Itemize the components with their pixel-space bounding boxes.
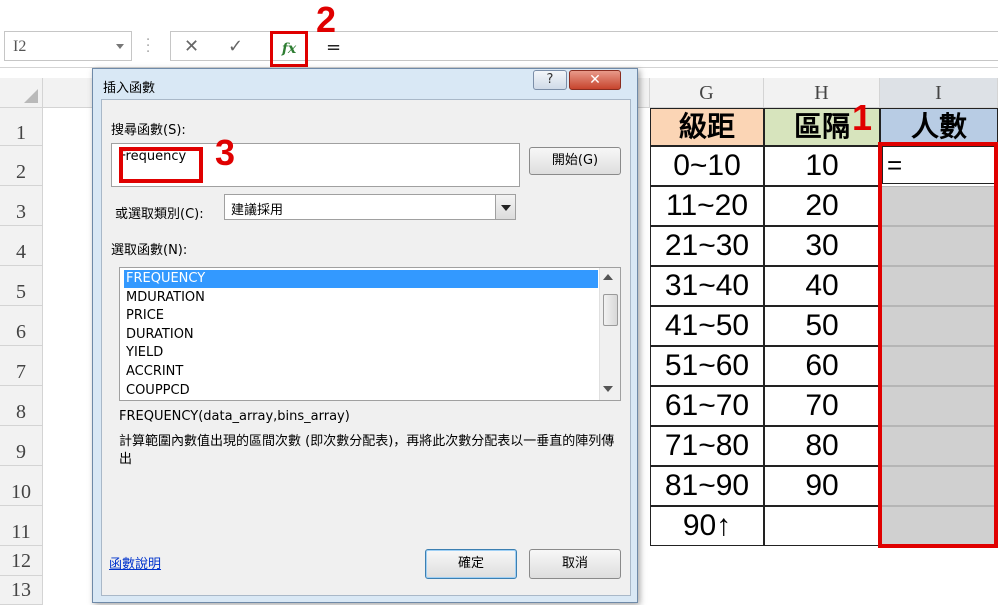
go-button[interactable]: 開始(G) bbox=[529, 147, 621, 175]
column-header-i[interactable]: I bbox=[880, 78, 998, 108]
cell-range[interactable]: 90↑ bbox=[650, 506, 764, 546]
search-highlight bbox=[119, 147, 203, 183]
insert-function-button[interactable]: fx bbox=[270, 31, 308, 67]
cell-bin[interactable]: 20 bbox=[764, 186, 880, 226]
row-header[interactable]: 4 bbox=[0, 226, 43, 266]
function-item[interactable]: YIELD bbox=[124, 344, 598, 362]
dialog-title: 插入函數 bbox=[103, 81, 156, 96]
cell-range[interactable]: 61~70 bbox=[650, 386, 764, 426]
cell-range[interactable]: 21~30 bbox=[650, 226, 764, 266]
cancel-icon[interactable]: ✕ bbox=[184, 36, 199, 57]
ok-button[interactable]: 確定 bbox=[425, 549, 517, 579]
column-header-g[interactable]: G bbox=[650, 78, 764, 108]
cell-bin[interactable]: 70 bbox=[764, 386, 880, 426]
function-item[interactable]: PRICE bbox=[124, 307, 598, 325]
cell-range[interactable]: 31~40 bbox=[650, 266, 764, 306]
cell-bin[interactable]: 50 bbox=[764, 306, 880, 346]
chevron-down-icon[interactable] bbox=[116, 44, 124, 49]
select-all-corner[interactable] bbox=[0, 78, 43, 108]
search-label: 搜尋函數(S): bbox=[111, 123, 186, 138]
scroll-up-icon[interactable] bbox=[603, 274, 613, 280]
function-signature: FREQUENCY(data_array,bins_array) bbox=[119, 409, 350, 424]
name-box-value: I2 bbox=[13, 38, 27, 55]
cell-range[interactable]: 81~90 bbox=[650, 466, 764, 506]
drag-handle-icon[interactable]: · · · bbox=[146, 34, 152, 59]
cell-range[interactable]: 51~60 bbox=[650, 346, 764, 386]
cell-range[interactable]: 0~10 bbox=[650, 146, 764, 186]
list-scrollbar[interactable] bbox=[599, 268, 620, 400]
category-label: 或選取類別(C): bbox=[115, 207, 204, 222]
row-header[interactable]: 9 bbox=[0, 426, 43, 466]
function-list-label: 選取函數(N): bbox=[111, 243, 188, 258]
row-header[interactable]: 7 bbox=[0, 346, 43, 386]
annotation-2: 2 bbox=[316, 0, 337, 40]
cell-range[interactable]: 41~50 bbox=[650, 306, 764, 346]
name-box[interactable]: I2 bbox=[4, 31, 132, 61]
function-description: 計算範圍內數值出現的區間次數 (即次數分配表)，再將此次數分配表以一垂直的陣列傳… bbox=[119, 434, 615, 467]
cell-bin[interactable]: 80 bbox=[764, 426, 880, 466]
function-item[interactable]: ACCRINT bbox=[124, 363, 598, 381]
function-item-selected[interactable]: FREQUENCY bbox=[123, 269, 599, 289]
formula-text: = bbox=[326, 37, 342, 58]
row-header[interactable]: 2 bbox=[0, 146, 43, 186]
enter-icon[interactable]: ✓ bbox=[228, 36, 243, 57]
help-link[interactable]: 函數說明 bbox=[109, 553, 161, 572]
annotation-3: 3 bbox=[215, 132, 236, 173]
cell-bin[interactable]: 40 bbox=[764, 266, 880, 306]
row-header[interactable]: 11 bbox=[0, 506, 43, 546]
header-count[interactable]: 人數 bbox=[880, 108, 998, 146]
cell-range[interactable]: 11~20 bbox=[650, 186, 764, 226]
count-range-highlight bbox=[878, 142, 998, 548]
scroll-down-icon[interactable] bbox=[603, 386, 613, 392]
row-header[interactable]: 10 bbox=[0, 466, 43, 506]
row-header[interactable]: 6 bbox=[0, 306, 43, 346]
chevron-down-icon[interactable] bbox=[495, 195, 515, 219]
function-item[interactable]: MDURATION bbox=[124, 289, 598, 307]
row-header[interactable]: 1 bbox=[0, 108, 43, 146]
row-header[interactable]: 13 bbox=[0, 576, 43, 605]
annotation-1: 1 bbox=[852, 97, 873, 138]
scroll-thumb[interactable] bbox=[603, 294, 618, 326]
cell-bin[interactable]: 10 bbox=[764, 146, 880, 186]
function-item[interactable]: DURATION bbox=[124, 326, 598, 344]
row-header[interactable]: 5 bbox=[0, 266, 43, 306]
insert-function-dialog: 插入函數 ? ✕ 搜尋函數(S): Frequency 3 開始(G) 或選取類… bbox=[92, 68, 638, 603]
cancel-button[interactable]: 取消 bbox=[529, 549, 621, 579]
help-button[interactable]: ? bbox=[533, 70, 567, 90]
row-header[interactable]: 3 bbox=[0, 186, 43, 226]
row-header[interactable]: 12 bbox=[0, 546, 43, 576]
category-select[interactable]: 建議採用 bbox=[224, 194, 516, 220]
cell-range[interactable]: 71~80 bbox=[650, 426, 764, 466]
cell-bin[interactable]: 90 bbox=[764, 466, 880, 506]
header-range[interactable]: 級距 bbox=[650, 108, 764, 146]
row-header[interactable]: 8 bbox=[0, 386, 43, 426]
cell-bin[interactable]: 60 bbox=[764, 346, 880, 386]
ribbon-strip bbox=[0, 0, 998, 26]
cell-bin[interactable] bbox=[764, 506, 880, 546]
function-item[interactable]: COUPPCD bbox=[124, 382, 598, 400]
close-button[interactable]: ✕ bbox=[569, 70, 621, 90]
cell-bin[interactable]: 30 bbox=[764, 226, 880, 266]
